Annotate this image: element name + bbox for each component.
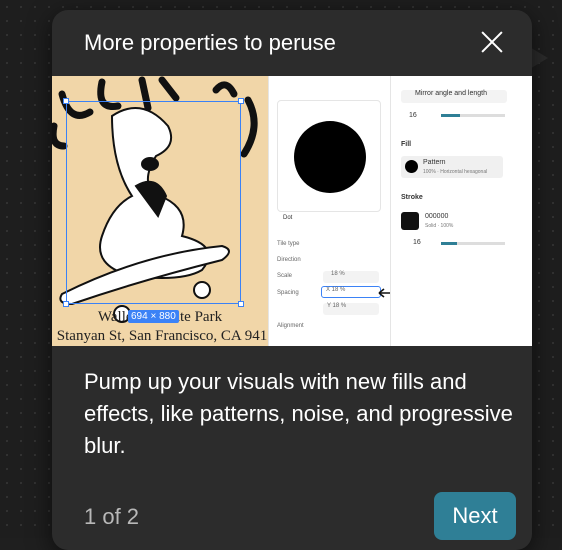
- resize-handle: [63, 301, 69, 307]
- selection-box: [66, 101, 241, 304]
- stroke-weight: 16: [413, 239, 421, 246]
- direction-label: Direction: [277, 257, 301, 263]
- tile-type-label: Tile type: [277, 241, 300, 247]
- step-indicator: 1 of 2: [84, 504, 140, 529]
- scale-field[interactable]: 18 %: [323, 271, 379, 283]
- corner-radius-value: 16: [409, 112, 417, 119]
- alignment-label: Alignment: [277, 323, 304, 329]
- dialog-body-text: Pump up your visuals with new fills and …: [84, 369, 513, 458]
- properties-panel: Mirror angle and length 16 Fill Pattern …: [390, 76, 532, 346]
- fill-section-title: Fill: [401, 141, 412, 148]
- resize-handle: [238, 301, 244, 307]
- onboarding-dialog: More properties to peruse Waller St Skat…: [52, 10, 532, 550]
- pattern-preview: [277, 100, 381, 212]
- stroke-color-swatch[interactable]: [401, 212, 419, 230]
- spacing-x-field[interactable]: X 18 %: [321, 286, 381, 298]
- next-button[interactable]: Next: [434, 492, 516, 540]
- resize-handle: [63, 98, 69, 104]
- dot-shape: [294, 121, 366, 193]
- pattern-settings-panel: Dot Tile type Direction Scale 18 % Spaci…: [268, 76, 410, 346]
- resize-handle: [238, 98, 244, 104]
- mirror-dropdown[interactable]: Mirror angle and length: [401, 90, 507, 103]
- close-icon[interactable]: [478, 28, 506, 56]
- spacing-y-field[interactable]: Y 18 %: [323, 303, 379, 315]
- stroke-slider[interactable]: [441, 242, 505, 245]
- feature-preview-image: Waller St Skate Park Stanyan St, San Fra…: [52, 76, 532, 346]
- corner-slider[interactable]: [441, 114, 505, 117]
- dialog-title: More properties to peruse: [84, 30, 336, 55]
- stroke-section-title: Stroke: [401, 194, 423, 201]
- pattern-name: Dot: [283, 215, 293, 221]
- fill-row[interactable]: Pattern 100% · Horizontal hexagonal: [401, 156, 503, 178]
- stroke-hex: 000000: [425, 213, 449, 220]
- spacing-label: Spacing: [277, 290, 299, 296]
- dimension-badge: 694 × 880: [128, 310, 179, 323]
- scale-label: Scale: [277, 273, 293, 279]
- artwork-caption-line-2: Stanyan St, San Francisco, CA 941: [56, 328, 268, 344]
- skate-park-artwork: Waller St Skate Park Stanyan St, San Fra…: [52, 76, 268, 346]
- stroke-sub: Solid · 100%: [425, 223, 454, 229]
